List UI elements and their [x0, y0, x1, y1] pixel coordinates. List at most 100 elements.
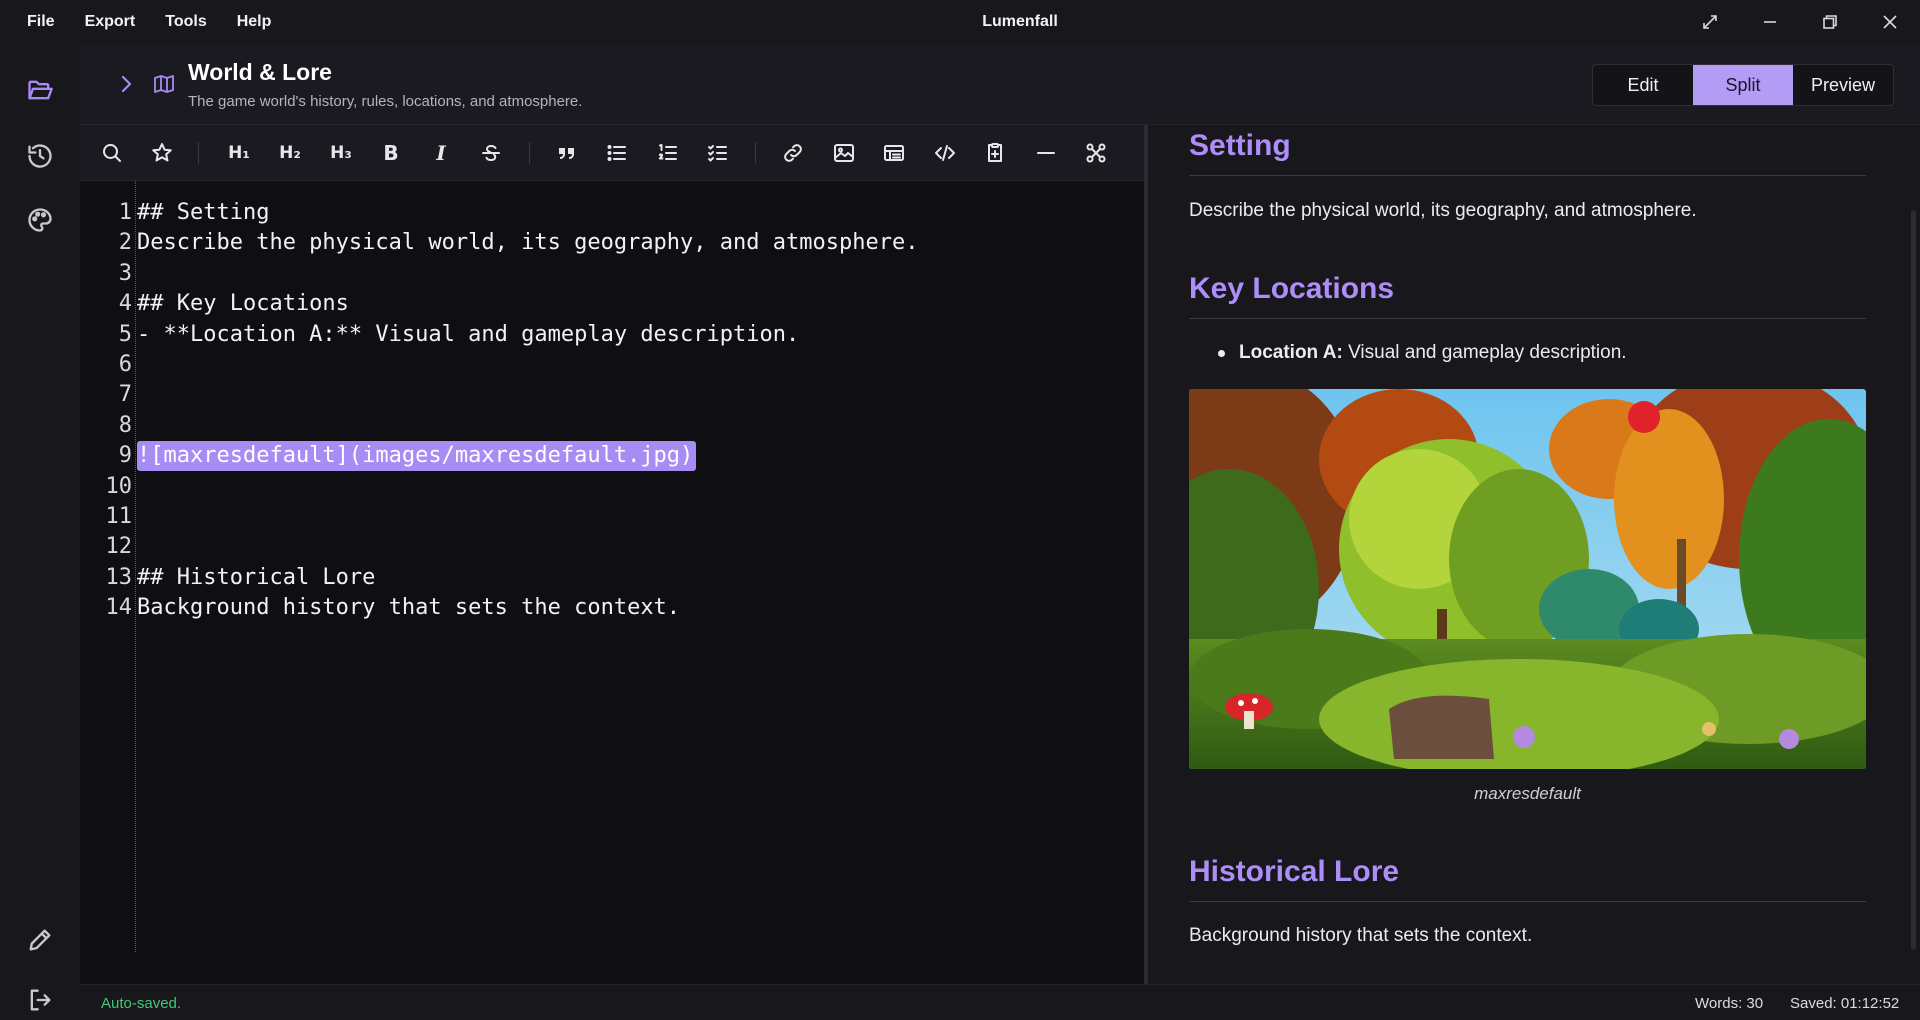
theme-button[interactable]: [20, 200, 60, 240]
diagram-icon: [1086, 143, 1106, 163]
markdown-editor[interactable]: 1 ## Setting 2 Describe the physical world,…: [80, 181, 1144, 984]
line-number: 14: [105, 595, 133, 621]
task-list-button[interactable]: [704, 139, 732, 167]
preview-pane: Setting Describe the physical world, its…: [1148, 125, 1920, 984]
title-bar: File Export Tools Help Lumenfall: [0, 0, 1920, 44]
image-button[interactable]: [830, 139, 858, 167]
paste-button[interactable]: [981, 139, 1009, 167]
numbered-list-button[interactable]: [654, 139, 682, 167]
line-number: 5: [118, 321, 132, 347]
blockquote-button[interactable]: [553, 139, 581, 167]
autosave-status: Auto-saved.: [101, 995, 182, 1012]
editor-line[interactable]: 3: [80, 259, 1144, 289]
folder-open-icon: [28, 80, 53, 100]
table-button[interactable]: [880, 139, 908, 167]
menu-help[interactable]: Help: [237, 13, 272, 31]
menu-export[interactable]: Export: [85, 13, 136, 31]
editor-line[interactable]: 6: [80, 350, 1144, 380]
editor-line[interactable]: 9 ![maxresdefault](images/maxresdefault.j…: [80, 441, 1144, 472]
line-text: Describe the physical world, its geograp…: [137, 230, 919, 256]
line-number: 4: [118, 291, 132, 317]
checklist-icon: [708, 145, 727, 162]
toolbar-separator: [198, 142, 199, 164]
strikethrough-button[interactable]: [477, 139, 505, 167]
logout-button[interactable]: [20, 980, 60, 1020]
horizontal-rule-button[interactable]: [1032, 139, 1060, 167]
strikethrough-icon: [482, 145, 500, 161]
search-button[interactable]: [98, 139, 126, 167]
line-number: 10: [105, 473, 133, 499]
selected-line-text: ![maxresdefault](images/maxresdefault.jp…: [137, 441, 697, 472]
restore-button[interactable]: [1800, 0, 1860, 44]
line-number: 7: [118, 382, 132, 408]
preview-scrollbar[interactable]: [1911, 210, 1916, 950]
window-controls: [1680, 0, 1920, 44]
edit-mode-button[interactable]: Edit: [1593, 65, 1693, 105]
split-mode-button[interactable]: Split: [1693, 65, 1793, 105]
line-number: 1: [118, 200, 132, 225]
line-number: 9: [118, 443, 132, 469]
bold-button[interactable]: B: [377, 139, 405, 167]
editor-line[interactable]: 7: [80, 380, 1144, 410]
bullet-list-button[interactable]: [603, 139, 631, 167]
horizontal-rule-icon: [1037, 152, 1055, 154]
map-icon: [154, 75, 174, 93]
editor-line[interactable]: 10: [80, 472, 1144, 502]
editor-pane: H₁ H₂ H₃ B I 1 ## Setting 2 Describe the…: [80, 125, 1144, 984]
editor-line[interactable]: 14 Background history that sets the conte…: [80, 593, 1144, 623]
page-subtitle: The game world's history, rules, locatio…: [188, 93, 583, 110]
code-button[interactable]: [931, 139, 959, 167]
projects-button[interactable]: [20, 70, 60, 110]
favorite-button[interactable]: [148, 139, 176, 167]
search-icon: [103, 144, 121, 162]
fullscreen-button[interactable]: [1680, 0, 1740, 44]
history-button[interactable]: [20, 136, 60, 176]
left-rail: [0, 44, 80, 1020]
editor-line[interactable]: 5- **Location A:** Visual and gameplay d…: [80, 320, 1144, 350]
editor-line[interactable]: 8: [80, 411, 1144, 441]
close-icon: [1883, 15, 1897, 29]
menu-tools[interactable]: Tools: [165, 13, 206, 31]
line-text: - **Location A:** Visual and gameplay de…: [137, 321, 800, 347]
heading-rule: [1189, 318, 1866, 319]
forest-scene-image: [1189, 389, 1866, 769]
link-button[interactable]: [779, 139, 807, 167]
line-text: ## Historical Lore: [137, 564, 376, 590]
preview-mode-button[interactable]: Preview: [1793, 65, 1893, 105]
italic-button[interactable]: I: [427, 139, 455, 167]
toolbar-separator: [529, 142, 530, 164]
restore-icon: [1823, 15, 1837, 29]
diagram-button[interactable]: [1082, 139, 1110, 167]
heading-rule: [1189, 901, 1866, 902]
image-caption: maxresdefault: [1474, 784, 1581, 803]
minimize-button[interactable]: [1740, 0, 1800, 44]
expand-icon: [1703, 15, 1717, 29]
edit-profile-button[interactable]: [20, 920, 60, 960]
editor-line[interactable]: 1 ## Setting: [80, 198, 1144, 228]
editor-line[interactable]: 11: [80, 502, 1144, 532]
chevron-right-icon[interactable]: [114, 72, 138, 96]
line-text: Background history that sets the context…: [137, 595, 681, 621]
heading-3-button[interactable]: H₃: [327, 139, 355, 167]
status-bar: Auto-saved. Words: 30 Saved: 01:12:52: [80, 984, 1920, 1020]
logout-icon: [30, 989, 51, 1011]
minimize-icon: [1764, 21, 1776, 23]
preview-setting-text: Describe the physical world, its geograp…: [1189, 200, 1697, 221]
heading-1-button[interactable]: H₁: [225, 139, 253, 167]
line-number: 8: [118, 412, 132, 438]
editor-line[interactable]: 4 ## Key Locations: [80, 289, 1144, 319]
close-button[interactable]: [1860, 0, 1920, 44]
editor-line[interactable]: 13 ## Historical Lore: [80, 563, 1144, 593]
editor-line[interactable]: 12: [80, 532, 1144, 562]
location-a-text: Visual and gameplay description.: [1348, 342, 1627, 363]
heading-2-button[interactable]: H₂: [276, 139, 304, 167]
line-text: ## Key Locations: [137, 291, 349, 317]
saved-time: Saved: 01:12:52: [1790, 995, 1900, 1012]
preview-heading-setting: Setting: [1189, 129, 1291, 162]
preview-heading-historical-lore: Historical Lore: [1189, 855, 1400, 888]
list-item: Location A: Visual and gameplay descript…: [1239, 342, 1627, 364]
link-icon: [784, 144, 802, 162]
editor-line[interactable]: 2 Describe the physical world, its geogra…: [80, 228, 1144, 258]
numbered-list-icon: [658, 144, 677, 160]
menu-file[interactable]: File: [27, 13, 55, 31]
